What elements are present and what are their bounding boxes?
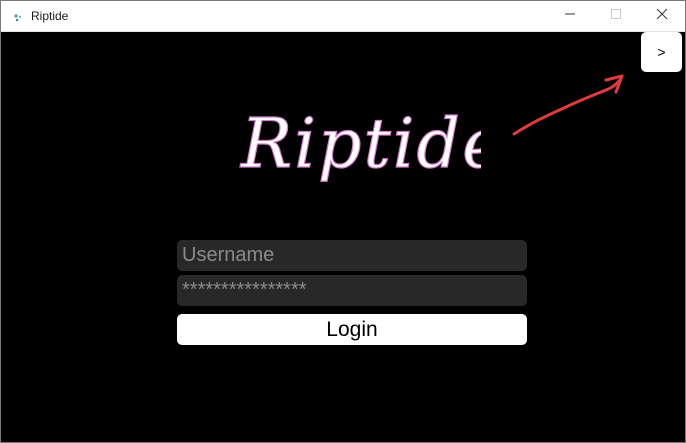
title-bar[interactable]: Riptide: [1, 1, 685, 32]
minimize-icon: [564, 7, 576, 25]
window-title: Riptide: [31, 9, 69, 23]
close-button[interactable]: [639, 1, 685, 31]
minimize-button[interactable]: [547, 1, 593, 31]
main-content: > Riptide Login: [1, 32, 685, 442]
riptide-logo: Riptide: [238, 104, 481, 184]
red-arrow-annotation: [512, 74, 624, 136]
close-icon: [656, 7, 668, 25]
next-button[interactable]: >: [641, 32, 682, 72]
logo-text: Riptide: [239, 105, 481, 184]
app-window: Riptide > Riptide Username *************…: [0, 0, 686, 443]
username-input[interactable]: [177, 240, 527, 271]
maximize-button[interactable]: [593, 1, 639, 31]
maximize-icon: [610, 7, 622, 25]
login-button[interactable]: Login: [177, 314, 527, 345]
app-icon: [13, 10, 23, 22]
password-field[interactable]: [177, 275, 527, 306]
